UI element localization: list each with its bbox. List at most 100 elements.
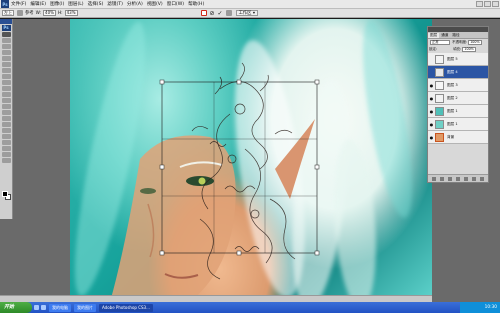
dodge-tool-icon[interactable] <box>1 110 11 115</box>
layer-thumbnail <box>435 80 444 90</box>
toolbox: Ps <box>0 19 13 219</box>
eraser-tool-icon[interactable] <box>1 92 11 97</box>
tab-paths[interactable]: 路径 <box>450 33 461 38</box>
brush-tool-icon[interactable] <box>1 74 11 79</box>
menu-item-view[interactable]: 视图(V) <box>145 0 165 9</box>
move-tool-icon[interactable] <box>1 32 11 37</box>
commit-transform-icon[interactable]: ✓ <box>218 10 223 17</box>
notes-tool-icon[interactable] <box>1 140 11 145</box>
healing-brush-tool-icon[interactable] <box>1 68 11 73</box>
close-button[interactable] <box>492 1 499 7</box>
camera-icon[interactable] <box>225 10 232 16</box>
quick-launch-icon[interactable] <box>34 305 39 310</box>
eyedropper-tool-icon[interactable] <box>1 146 11 151</box>
eye-icon[interactable]: ● <box>429 96 434 101</box>
toolbox-header[interactable] <box>0 19 12 24</box>
warp-mode-icon[interactable] <box>200 10 207 16</box>
eye-icon[interactable]: ● <box>429 122 434 127</box>
layer-row[interactable]: ● 图层 1 <box>428 118 488 131</box>
layer-row[interactable]: ● 图层 1 <box>428 105 488 118</box>
tab-channels[interactable]: 通道 <box>439 33 450 38</box>
blur-tool-icon[interactable] <box>1 104 11 109</box>
foreground-color-swatch[interactable] <box>2 191 8 197</box>
opacity-field[interactable]: 100% <box>468 40 482 45</box>
path-selection-tool-icon[interactable] <box>1 128 11 133</box>
adjustment-layer-icon[interactable] <box>456 176 460 181</box>
menu-item-filter[interactable]: 滤镜(T) <box>105 0 125 9</box>
new-layer-icon[interactable] <box>472 176 476 181</box>
fill-field[interactable]: 100% <box>462 47 476 52</box>
reference-label: 参考 <box>25 11 34 16</box>
layer-row[interactable]: ● 背景 <box>428 131 488 144</box>
minimize-button[interactable] <box>476 1 483 7</box>
type-tool-icon[interactable] <box>1 122 11 127</box>
height-field[interactable]: 43% <box>64 10 78 16</box>
menu-item-image[interactable]: 图像(I) <box>48 0 66 9</box>
width-label: W: <box>35 10 42 16</box>
layer-name: 背景 <box>447 134 455 139</box>
taskbar-item-active[interactable]: Adobe Photoshop CS3... <box>99 303 153 312</box>
layer-style-icon[interactable] <box>440 176 444 181</box>
layer-row[interactable]: ● 图层 2 <box>428 92 488 105</box>
visibility-toggle[interactable] <box>429 57 434 62</box>
system-tray-clock: 10:30 <box>460 302 500 313</box>
shape-tool-icon[interactable] <box>1 134 11 139</box>
layer-row-selected[interactable]: 图层 4 <box>428 66 488 79</box>
menu-item-analysis[interactable]: 分析(A) <box>125 0 145 9</box>
marquee-tool-icon[interactable] <box>1 38 11 43</box>
new-group-icon[interactable] <box>464 176 468 181</box>
clone-stamp-tool-icon[interactable] <box>1 80 11 85</box>
layer-thumbnail <box>435 54 444 64</box>
layer-row[interactable]: 图层 5 <box>428 53 488 66</box>
tab-layers[interactable]: 图层 <box>428 32 440 38</box>
blend-mode-select[interactable]: 正常 <box>430 40 450 45</box>
menu-item-file[interactable]: 文件(F) <box>9 0 28 9</box>
reference-point-icon[interactable] <box>17 10 23 16</box>
options-bar: 左上 参考 W: 40% H: 43% ⊘ ✓ 工作区 ▾ <box>0 9 500 18</box>
document-canvas[interactable] <box>70 19 432 302</box>
trash-icon[interactable] <box>480 176 484 181</box>
layer-name: 图层 3 <box>447 82 458 87</box>
eye-icon[interactable]: ● <box>429 109 434 114</box>
lock-row: 锁定: 填充: 100% <box>428 46 488 53</box>
crop-tool-icon[interactable] <box>1 56 11 61</box>
layer-thumbnail <box>435 132 444 142</box>
layer-mask-icon[interactable] <box>448 176 452 181</box>
menu-bar: Ps 文件(F) 编辑(E) 图像(I) 图层(L) 选择(S) 滤镜(T) 分… <box>0 0 500 9</box>
cancel-transform-icon[interactable]: ⊘ <box>210 10 215 17</box>
workspace-button[interactable]: 工作区 ▾ <box>235 10 258 16</box>
width-field[interactable]: 40% <box>43 10 56 16</box>
history-brush-tool-icon[interactable] <box>1 86 11 91</box>
window-controls <box>476 1 499 7</box>
zoom-tool-icon[interactable] <box>1 158 11 163</box>
menu-item-help[interactable]: 帮助(H) <box>186 0 206 9</box>
layer-name: 图层 2 <box>447 95 458 100</box>
pen-tool-icon[interactable] <box>1 116 11 121</box>
taskbar-item[interactable]: 我的电脑 <box>49 303 71 312</box>
layer-name: 图层 5 <box>447 56 458 61</box>
start-button[interactable]: 开始 <box>0 302 32 313</box>
visibility-toggle[interactable] <box>429 70 434 75</box>
layer-row[interactable]: ● 图层 3 <box>428 79 488 92</box>
magic-wand-tool-icon[interactable] <box>1 50 11 55</box>
menu-item-select[interactable]: 选择(S) <box>86 0 106 9</box>
layers-panel: 图层 通道 路径 正常 不透明度: 100% 锁定: 填充: 100% 图层 5… <box>427 26 489 183</box>
eye-icon[interactable]: ● <box>429 83 434 88</box>
tool-preset-picker[interactable]: 左上 <box>2 10 14 16</box>
eye-icon[interactable]: ● <box>429 135 434 140</box>
taskbar-item[interactable]: 我的图片 <box>74 303 96 312</box>
gradient-tool-icon[interactable] <box>1 98 11 103</box>
menu-item-edit[interactable]: 编辑(E) <box>28 0 48 9</box>
quick-launch-icon[interactable] <box>41 305 46 310</box>
slice-tool-icon[interactable] <box>1 62 11 67</box>
menu-item-window[interactable]: 窗口(W) <box>165 0 186 9</box>
menu-item-layer[interactable]: 图层(L) <box>66 0 85 9</box>
lasso-tool-icon[interactable] <box>1 44 11 49</box>
hand-tool-icon[interactable] <box>1 152 11 157</box>
layer-thumbnail <box>435 119 444 129</box>
layer-thumbnail <box>435 106 444 116</box>
panel-tabs: 图层 通道 路径 <box>428 32 488 39</box>
maximize-button[interactable] <box>484 1 491 7</box>
opacity-label: 不透明度: <box>452 40 468 44</box>
link-layers-icon[interactable] <box>432 176 436 181</box>
